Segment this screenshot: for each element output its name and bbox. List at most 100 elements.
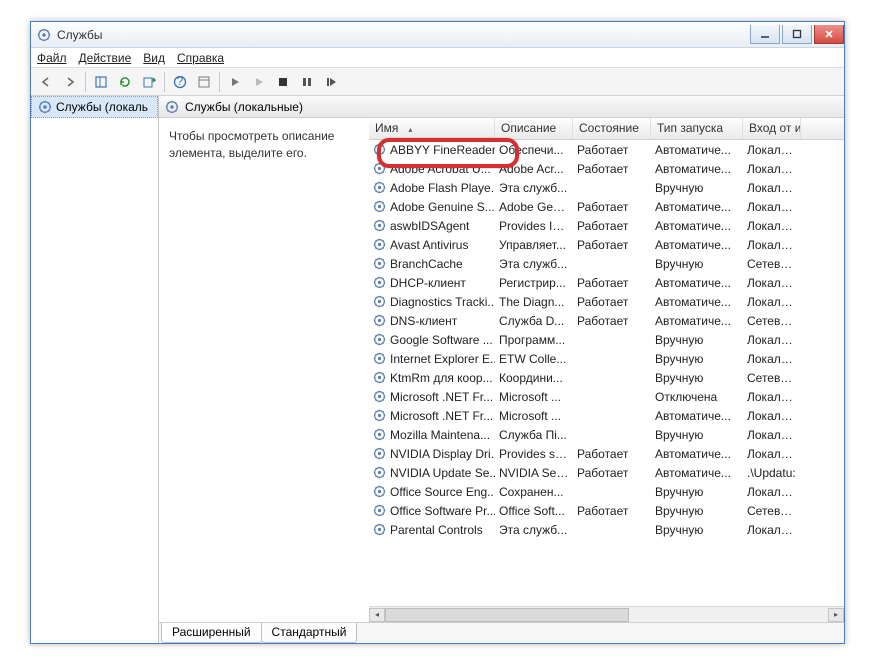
menu-action[interactable]: Действие <box>79 51 132 65</box>
cell-description: Координи... <box>495 371 573 385</box>
content-header: Службы (локальные) <box>159 96 844 118</box>
service-row[interactable]: Avast AntivirusУправляет...РаботаетАвтом… <box>369 235 844 254</box>
gear-icon <box>373 447 386 460</box>
service-row[interactable]: Mozilla Maintena...Служба Пі...ВручнуюЛо… <box>369 425 844 444</box>
gear-icon <box>373 181 386 194</box>
gear-icon <box>373 485 386 498</box>
gear-icon <box>373 200 386 213</box>
start-service-alt-button[interactable] <box>248 71 270 93</box>
cell-name: Adobe Acrobat U... <box>369 162 495 176</box>
service-row[interactable]: Diagnostics Tracki...The Diagn...Работае… <box>369 292 844 311</box>
service-row[interactable]: DNS-клиентСлужба D...РаботаетАвтоматиче.… <box>369 311 844 330</box>
scroll-right-button[interactable]: ▸ <box>828 608 844 622</box>
cell-logon: .\Updatu: <box>743 466 801 480</box>
cell-name: ABBYY FineReader... <box>369 143 495 157</box>
cell-logon: Локальна <box>743 428 801 442</box>
service-row[interactable]: Office Software Pr...Office Soft...Работ… <box>369 501 844 520</box>
stop-service-button[interactable] <box>272 71 294 93</box>
service-row[interactable]: NVIDIA Display Dri...Provides sy...Работ… <box>369 444 844 463</box>
cell-name: BranchCache <box>369 257 495 271</box>
cell-name: Avast Antivirus <box>369 238 495 252</box>
cell-startup: Автоматиче... <box>651 466 743 480</box>
service-row[interactable]: Adobe Genuine S...Adobe Gen...РаботаетАв… <box>369 197 844 216</box>
service-row[interactable]: Microsoft .NET Fr...Microsoft ...Отключе… <box>369 387 844 406</box>
cell-description: Adobe Acr... <box>495 162 573 176</box>
cell-description: Эта служб... <box>495 181 573 195</box>
cell-name: Internet Explorer E... <box>369 352 495 366</box>
close-button[interactable] <box>814 25 844 44</box>
service-row[interactable]: Internet Explorer E...ETW Colle...Вручну… <box>369 349 844 368</box>
cell-logon: Локальна <box>743 181 801 195</box>
service-row[interactable]: DHCP-клиентРегистрир...РаботаетАвтоматич… <box>369 273 844 292</box>
tab-standard[interactable]: Стандартный <box>261 623 358 643</box>
service-row[interactable]: Google Software ...Программ...ВручнуюЛок… <box>369 330 844 349</box>
scroll-thumb[interactable] <box>385 608 629 622</box>
service-row[interactable]: Adobe Acrobat U...Adobe Acr...РаботаетАв… <box>369 159 844 178</box>
cell-name: Office Software Pr... <box>369 504 495 518</box>
gear-icon <box>373 333 386 346</box>
cell-name: DHCP-клиент <box>369 276 495 290</box>
gear-icon <box>373 428 386 441</box>
maximize-button[interactable] <box>782 25 812 44</box>
service-row[interactable]: Microsoft .NET Fr...Microsoft ...Автомат… <box>369 406 844 425</box>
column-header-startup[interactable]: Тип запуска <box>651 118 743 139</box>
service-row[interactable]: Parental ControlsЭта служб...ВручнуюЛока… <box>369 520 844 539</box>
cell-startup: Автоматиче... <box>651 447 743 461</box>
cell-logon: Локальна <box>743 143 801 157</box>
service-row[interactable]: BranchCacheЭта служб...ВручнуюСетевая с <box>369 254 844 273</box>
gear-icon <box>165 100 179 114</box>
cell-description: Microsoft ... <box>495 409 573 423</box>
cell-startup: Вручную <box>651 523 743 537</box>
service-row[interactable]: ABBYY FineReader...Обеспечи...РаботаетАв… <box>369 140 844 159</box>
cell-startup: Вручную <box>651 504 743 518</box>
service-row[interactable]: Office Source Eng...Сохранен...ВручнуюЛо… <box>369 482 844 501</box>
column-header-description[interactable]: Описание <box>495 118 573 139</box>
refresh-button[interactable] <box>114 71 136 93</box>
gear-icon <box>373 314 386 327</box>
cell-description: Office Soft... <box>495 504 573 518</box>
tree-root-services[interactable]: Службы (локаль <box>31 96 158 118</box>
cell-description: ETW Colle... <box>495 352 573 366</box>
start-service-button[interactable] <box>224 71 246 93</box>
cell-startup: Автоматиче... <box>651 162 743 176</box>
cell-description: Служба Пі... <box>495 428 573 442</box>
cell-startup: Вручную <box>651 257 743 271</box>
grid-body[interactable]: ABBYY FineReader...Обеспечи...РаботаетАв… <box>369 140 844 606</box>
restart-service-button[interactable] <box>320 71 342 93</box>
cell-name: Microsoft .NET Fr... <box>369 409 495 423</box>
help-button[interactable]: ? <box>169 71 191 93</box>
pause-service-button[interactable] <box>296 71 318 93</box>
scroll-track[interactable] <box>385 608 828 622</box>
content-header-title: Службы (локальные) <box>185 100 303 114</box>
title-bar: Службы <box>31 22 844 48</box>
properties-button[interactable] <box>193 71 215 93</box>
cell-state: Работает <box>573 219 651 233</box>
gear-icon <box>373 466 386 479</box>
column-header-state[interactable]: Состояние <box>573 118 651 139</box>
service-row[interactable]: NVIDIA Update Se...NVIDIA Set...Работает… <box>369 463 844 482</box>
column-header-logon[interactable]: Вход от и <box>743 118 801 139</box>
show-hide-tree-button[interactable] <box>90 71 112 93</box>
gear-icon <box>373 352 386 365</box>
cell-logon: Локальна <box>743 390 801 404</box>
service-row[interactable]: KtmRm для коор...Координи...ВручнуюСетев… <box>369 368 844 387</box>
nav-forward-button[interactable] <box>59 71 81 93</box>
tab-extended[interactable]: Расширенный <box>161 623 262 643</box>
service-row[interactable]: Adobe Flash Playe...Эта служб...ВручнуюЛ… <box>369 178 844 197</box>
cell-description: NVIDIA Set... <box>495 466 573 480</box>
cell-description: Эта служб... <box>495 523 573 537</box>
cell-startup: Вручную <box>651 371 743 385</box>
minimize-button[interactable] <box>750 25 780 44</box>
nav-back-button[interactable] <box>35 71 57 93</box>
export-button[interactable] <box>138 71 160 93</box>
scroll-left-button[interactable]: ◂ <box>369 608 385 622</box>
column-header-name[interactable]: Имя▴ <box>369 118 495 139</box>
cell-description: Служба D... <box>495 314 573 328</box>
menu-view[interactable]: Вид <box>143 51 165 65</box>
menu-help[interactable]: Справка <box>177 51 224 65</box>
menu-file[interactable]: Файл <box>37 51 67 65</box>
cell-description: Программ... <box>495 333 573 347</box>
cell-logon: Локальна <box>743 333 801 347</box>
gear-icon <box>373 257 386 270</box>
service-row[interactable]: aswbIDSAgentProvides Id...РаботаетАвтома… <box>369 216 844 235</box>
